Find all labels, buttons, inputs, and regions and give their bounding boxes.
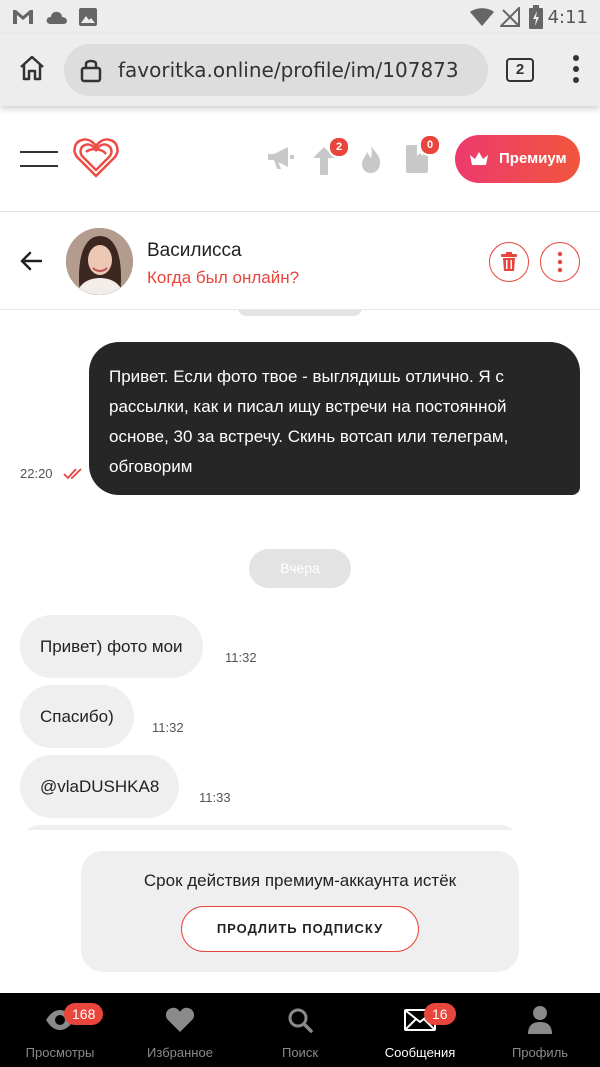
views-badge: 168 [64, 1003, 104, 1025]
messages-list[interactable]: Привет. Если фото твое - выглядишь отлич… [0, 310, 600, 830]
nav-profile[interactable]: Профиль [480, 993, 600, 1067]
nav-messages[interactable]: 16 Сообщения [360, 993, 480, 1067]
message-text-line: обговорим [109, 457, 193, 476]
heart-icon [165, 1007, 195, 1032]
nav-favorites[interactable]: Избранное [120, 993, 240, 1067]
message-text-line: рассылки, как и писал ищу встречи на пос… [109, 397, 507, 416]
nav-label: Поиск [281, 1045, 319, 1060]
trash-icon [501, 252, 517, 271]
crown-icon [470, 152, 488, 165]
date-separator-partial [238, 310, 362, 316]
back-arrow-icon[interactable] [20, 251, 42, 271]
menu-icon[interactable] [20, 150, 58, 168]
incoming-message[interactable]: Спасибо) [20, 685, 134, 748]
contact-last-seen[interactable]: Когда был онлайн? [147, 268, 299, 288]
messages-badge: 16 [424, 1003, 456, 1025]
contact-avatar[interactable] [66, 228, 133, 295]
message-time: 11:32 [225, 650, 257, 665]
megaphone-icon[interactable] [266, 146, 294, 170]
more-vert-icon[interactable] [572, 54, 580, 84]
chat-header: Василисса Когда был онлайн? [0, 212, 600, 310]
boost-badge: 2 [328, 136, 350, 158]
clock: 4:11 [547, 7, 588, 28]
chat-options-button[interactable] [540, 242, 580, 282]
home-icon[interactable] [18, 54, 46, 82]
message-time: 22:20 [20, 466, 53, 481]
incoming-message-partial [20, 825, 520, 830]
message-text-line: основе, 30 за встречу. Скинь вотсап или … [109, 427, 509, 446]
browser-toolbar: favoritka.online/profile/im/107873 2 [0, 34, 600, 106]
incoming-message[interactable]: Привет) фото мои [20, 615, 203, 678]
site-header: 2 0 Премиум [0, 106, 600, 212]
user-icon [528, 1006, 552, 1034]
url-text: favoritka.online/profile/im/107873 [118, 58, 459, 82]
date-separator: Вчера [249, 549, 351, 588]
message-time: 11:32 [152, 720, 184, 735]
more-vert-icon [557, 251, 563, 273]
site-logo[interactable] [72, 136, 120, 178]
renew-subscription-button[interactable]: ПРОДЛИТЬ ПОДПИСКУ [181, 906, 419, 952]
search-icon [288, 1008, 313, 1033]
nav-search[interactable]: Поиск [240, 993, 360, 1067]
notice-title: Срок действия премиум-аккаунта истёк [143, 871, 457, 890]
image-icon [79, 8, 97, 26]
gifts-button[interactable]: 0 [405, 134, 441, 178]
boost-button[interactable]: 2 [312, 136, 350, 178]
bottom-nav: 168 Просмотры Избранное Поиск 16 Сообщен… [0, 993, 600, 1067]
message-text-line: Привет. Если фото твое - выглядишь отлич… [109, 367, 504, 386]
message-time: 11:33 [199, 790, 231, 805]
fire-icon[interactable] [360, 144, 382, 174]
nav-label: Избранное [147, 1045, 213, 1060]
premium-expired-notice: Срок действия премиум-аккаунта истёк ПРО… [81, 851, 519, 972]
double-check-icon [63, 468, 82, 480]
premium-label: Премиум [499, 150, 567, 167]
nav-label: Просмотры [25, 1045, 95, 1060]
nav-views[interactable]: 168 Просмотры [0, 993, 120, 1067]
contact-name: Василисса [147, 240, 242, 261]
battery-icon [529, 5, 543, 29]
nav-label: Сообщения [384, 1045, 456, 1060]
avatar-photo [66, 228, 133, 295]
cloud-icon [46, 11, 67, 24]
lock-icon [80, 59, 102, 83]
tab-switcher-button[interactable]: 2 [506, 58, 534, 82]
gmail-icon [13, 10, 33, 24]
wifi-icon [470, 8, 494, 26]
gifts-badge: 0 [419, 134, 441, 156]
outgoing-message[interactable]: Привет. Если фото твое - выглядишь отлич… [89, 342, 580, 495]
premium-button[interactable]: Премиум [455, 135, 580, 183]
address-bar[interactable]: favoritka.online/profile/im/107873 [64, 44, 488, 96]
status-bar: 4:11 [0, 0, 600, 34]
incoming-message[interactable]: @vlaDUSHKA8 [20, 755, 180, 818]
nav-label: Профиль [511, 1045, 569, 1060]
delete-chat-button[interactable] [489, 242, 529, 282]
no-signal-icon [500, 7, 520, 27]
